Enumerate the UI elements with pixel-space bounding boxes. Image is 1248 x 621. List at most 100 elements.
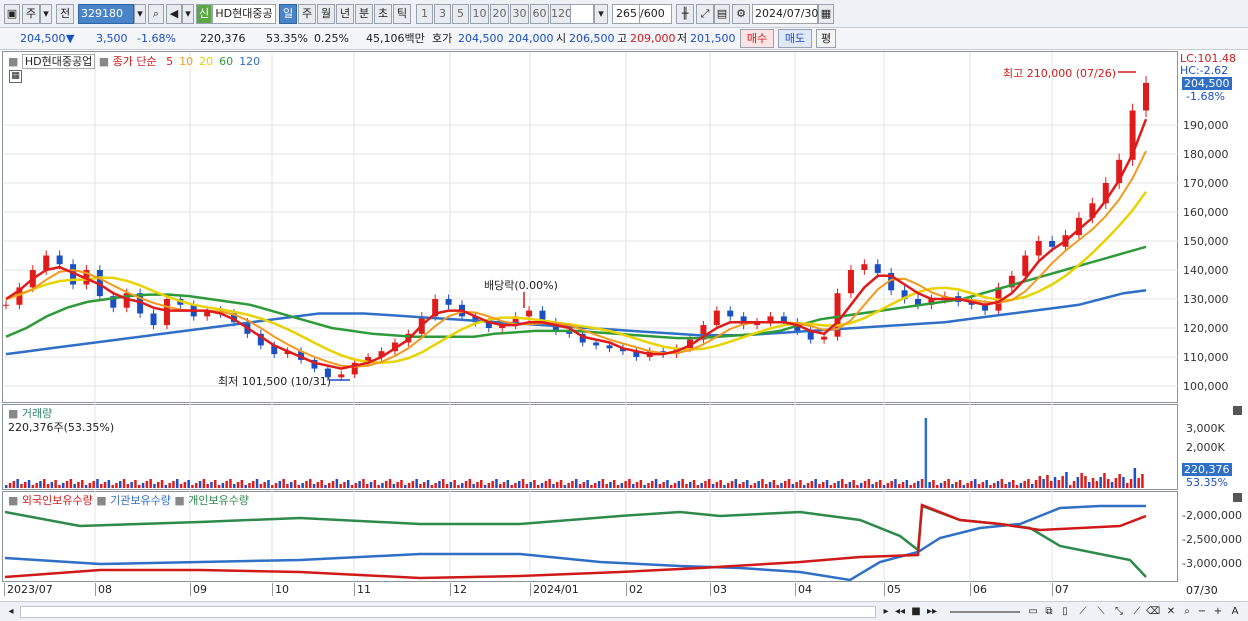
gear-icon[interactable]: ⚙ [732, 4, 750, 24]
period-button-3[interactable]: 년 [336, 4, 354, 24]
buy-button[interactable]: 매수 [740, 29, 774, 48]
fib-icon[interactable]: ⟋ [1130, 605, 1144, 619]
indicator-icon[interactable]: ⤢ [696, 4, 714, 24]
speaker-icon[interactable]: ◀ [166, 4, 182, 24]
volume-bar [187, 480, 190, 488]
period-button-0[interactable]: 일 [279, 4, 297, 24]
volume-bar [328, 483, 331, 488]
price-tick: 100,000 [1183, 380, 1229, 393]
scroll-left-icon[interactable]: ◂ [6, 605, 16, 619]
volume-bar [894, 479, 897, 488]
split-icon[interactable]: ▯ [1058, 605, 1072, 619]
volume-bar [1126, 483, 1129, 488]
volume-bar [962, 485, 966, 488]
table-icon[interactable]: ▦ [9, 70, 22, 83]
period-button-4[interactable]: 분 [355, 4, 373, 24]
rewind-icon[interactable]: ◂◂ [894, 605, 906, 619]
volume-bar [856, 485, 859, 488]
volume-bar [1091, 478, 1095, 488]
volume-bar [487, 483, 491, 488]
ma-legend-60: 60 [219, 55, 234, 68]
volume-bar [719, 480, 722, 488]
speaker-dropdown-icon[interactable]: ▾ [182, 4, 194, 24]
volume-bar [704, 481, 707, 488]
interval-button-60[interactable]: 60 [530, 4, 549, 24]
interval-custom-input[interactable] [570, 4, 594, 24]
volume-bar [179, 484, 183, 488]
volume-bar [96, 479, 99, 488]
candle-type-icon[interactable]: ╫ [676, 4, 694, 24]
trash-icon[interactable]: ✕ [1164, 605, 1178, 619]
bid1-value: 204,500 [458, 32, 504, 45]
code-dropdown-icon[interactable]: ▾ [134, 4, 146, 24]
layout-icon[interactable]: ▣ [4, 4, 20, 24]
interval-button-10[interactable]: 10 [470, 4, 489, 24]
eval-button[interactable]: 평 [816, 29, 836, 48]
volume-bar [776, 485, 779, 488]
search-zoom-icon[interactable]: ⌕ [1180, 605, 1194, 619]
holder-legend-1: 기관보유수량 [110, 494, 171, 507]
volume-bar [324, 485, 327, 488]
interval-button-5[interactable]: 5 [452, 4, 469, 24]
volume-bar [153, 484, 156, 488]
prev-button[interactable]: 전 [56, 4, 74, 24]
play-icon[interactable]: ▸ [880, 605, 892, 619]
holder-legend-0: 외국인보유수량 [21, 494, 93, 507]
stock-code-input[interactable]: 329180 [78, 4, 134, 24]
period-button-5[interactable]: 초 [374, 4, 392, 24]
volume-bar [1019, 483, 1023, 488]
volume-bar [442, 479, 445, 488]
volume-bar [1000, 479, 1004, 488]
interval-button-1[interactable]: 1 [416, 4, 433, 24]
period-button-6[interactable]: 틱 [393, 4, 411, 24]
volume-panel-close-icon[interactable] [1233, 406, 1242, 415]
zoom-in-icon[interactable]: + [1212, 605, 1224, 619]
volume-bar [100, 484, 103, 488]
candle-body [847, 270, 854, 294]
volume-bar [206, 484, 209, 488]
volume-bar [757, 481, 760, 488]
zoom-out-icon[interactable]: − [1196, 605, 1208, 619]
holder-panel-close-icon[interactable] [1233, 493, 1242, 502]
volume-bar [46, 484, 50, 488]
line-icon[interactable]: ⟍ [1094, 605, 1108, 619]
volume-bar [875, 482, 878, 488]
trendline-icon[interactable]: ⟋ [1076, 605, 1090, 619]
chart-type-icon[interactable]: ▭ [1026, 605, 1040, 619]
volume-bar [20, 484, 23, 488]
holder-legend: ■ 외국인보유수량 ■ 기관보유수량 ■ 개인보유수량 [8, 492, 249, 508]
volume-last-tag: 220,376 [1182, 463, 1232, 476]
ray-icon[interactable]: ⤡ [1112, 605, 1126, 619]
chevron-down-icon[interactable]: ▾ [40, 4, 52, 24]
stop-icon[interactable]: ■ [910, 605, 922, 619]
calendar-icon[interactable]: ▦ [818, 4, 834, 24]
scroll-track[interactable] [20, 606, 876, 618]
period-button-1[interactable]: 주 [298, 4, 316, 24]
sell-button[interactable]: 매도 [778, 29, 812, 48]
period-type-select[interactable]: 주 [22, 4, 40, 24]
save-icon[interactable]: ▤ [714, 4, 730, 24]
volume-bar [195, 483, 198, 488]
interval-button-20[interactable]: 20 [490, 4, 509, 24]
interval-button-120[interactable]: 120 [550, 4, 572, 24]
font-size-icon[interactable]: A [1228, 605, 1242, 619]
low-value: 201,500 [690, 32, 736, 45]
overlay-icon[interactable]: ⧉ [1042, 605, 1056, 619]
count-input[interactable]: 265 [612, 4, 640, 24]
volume-bar [350, 485, 354, 488]
interval-button-30[interactable]: 30 [510, 4, 529, 24]
period-button-2[interactable]: 월 [317, 4, 335, 24]
eraser-icon[interactable]: ⌫ [1146, 605, 1160, 619]
search-icon[interactable]: ⌕ [148, 4, 164, 24]
zoom-slider[interactable] [950, 611, 1020, 613]
volume-bar [229, 479, 232, 488]
volume-bar [981, 482, 985, 488]
volume-bar [1076, 477, 1080, 488]
volume-bar [411, 481, 415, 488]
interval-dropdown-icon[interactable]: ▾ [594, 4, 608, 24]
interval-button-3[interactable]: 3 [434, 4, 451, 24]
volume-bar [1057, 480, 1061, 488]
volume-bar [761, 479, 764, 488]
forward-icon[interactable]: ▸▸ [926, 605, 938, 619]
date-input[interactable]: 2024/07/30 [752, 4, 818, 24]
